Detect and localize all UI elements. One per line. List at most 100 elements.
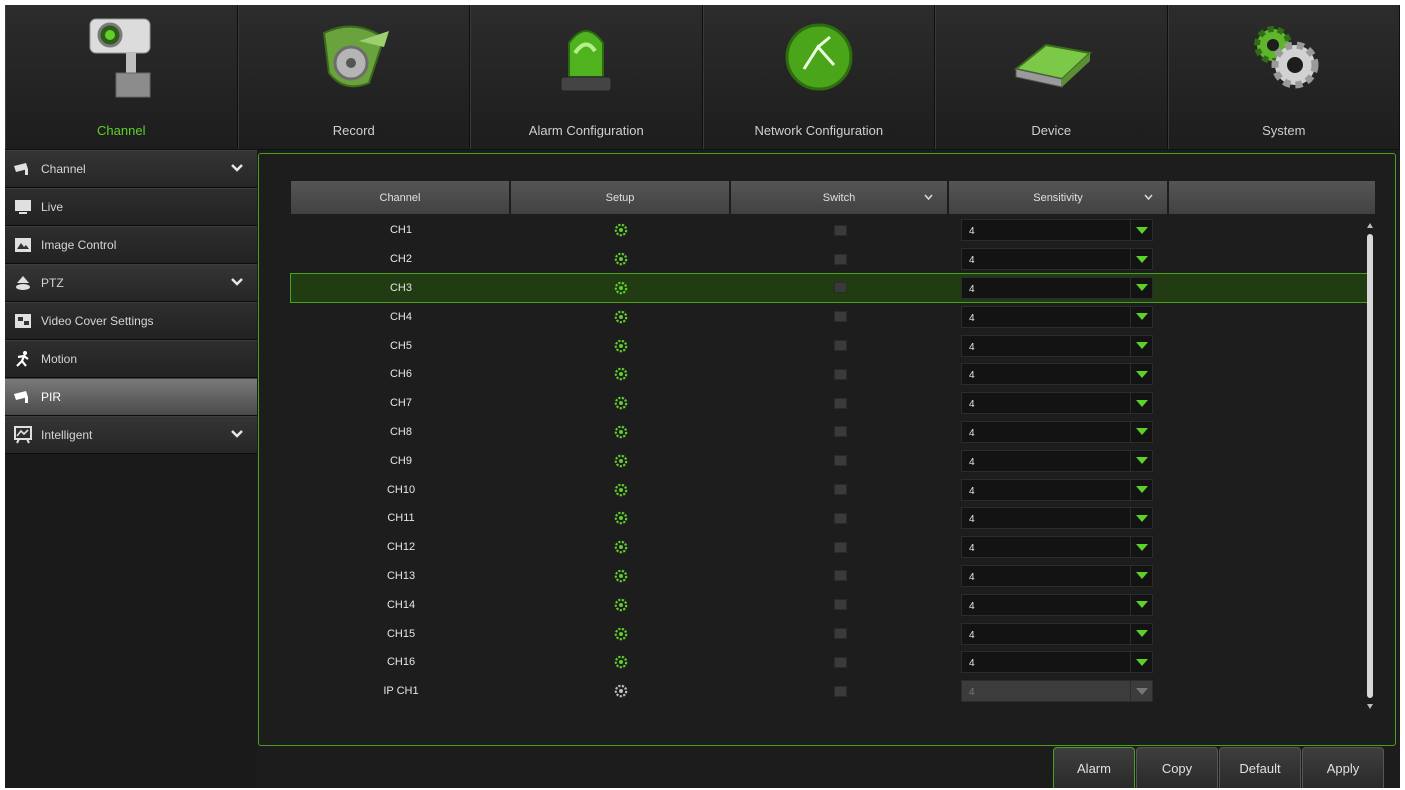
switch-checkbox[interactable] bbox=[833, 311, 847, 323]
gear-icon[interactable] bbox=[614, 281, 628, 295]
sidebar-item-video-cover-settings[interactable]: Video Cover Settings bbox=[5, 302, 257, 340]
table-row[interactable]: IP CH1 4 bbox=[291, 677, 1368, 706]
table-row[interactable]: CH9 4 bbox=[291, 446, 1368, 475]
table-row[interactable]: CH2 4 bbox=[291, 245, 1368, 274]
table-row[interactable]: CH11 4 bbox=[291, 504, 1368, 533]
sensitivity-value: 4 bbox=[969, 341, 975, 353]
switch-checkbox[interactable] bbox=[833, 397, 847, 409]
sensitivity-select[interactable]: 4 bbox=[961, 478, 1153, 501]
apply-button[interactable]: Apply bbox=[1302, 747, 1384, 788]
sensitivity-select[interactable]: 4 bbox=[961, 593, 1153, 616]
sensitivity-select[interactable]: 4 bbox=[961, 536, 1153, 559]
sensitivity-select[interactable]: 4 bbox=[961, 219, 1153, 242]
gear-icon[interactable] bbox=[614, 223, 628, 237]
sensitivity-select[interactable]: 4 bbox=[961, 680, 1153, 703]
sensitivity-select[interactable]: 4 bbox=[961, 305, 1153, 328]
tab-device[interactable]: Device bbox=[935, 5, 1168, 149]
gear-icon[interactable] bbox=[614, 425, 628, 439]
default-button[interactable]: Default bbox=[1219, 747, 1301, 788]
sensitivity-select[interactable]: 4 bbox=[961, 420, 1153, 443]
table-row[interactable]: CH3 4 bbox=[290, 272, 1369, 304]
sidebar-item-intelligent[interactable]: Intelligent bbox=[5, 416, 257, 454]
sensitivity-value: 4 bbox=[969, 658, 975, 670]
sidebar-item-channel[interactable]: Channel bbox=[5, 150, 257, 188]
channel-name: CH12 bbox=[386, 541, 416, 554]
switch-checkbox[interactable] bbox=[833, 541, 847, 553]
sensitivity-select[interactable]: 4 bbox=[961, 276, 1153, 299]
sensitivity-select[interactable]: 4 bbox=[961, 392, 1153, 415]
vertical-scrollbar[interactable] bbox=[1364, 222, 1376, 710]
gear-icon[interactable] bbox=[614, 396, 628, 410]
table-row[interactable]: CH14 4 bbox=[291, 590, 1368, 619]
sidebar-item-pir[interactable]: PIR bbox=[5, 378, 257, 416]
sensitivity-value: 4 bbox=[969, 456, 975, 468]
switch-checkbox[interactable] bbox=[833, 455, 847, 467]
sensitivity-select[interactable]: 4 bbox=[961, 334, 1153, 357]
table-row[interactable]: CH10 4 bbox=[291, 475, 1368, 504]
switch-checkbox[interactable] bbox=[833, 599, 847, 611]
switch-checkbox[interactable] bbox=[833, 685, 847, 697]
table-row[interactable]: CH5 4 bbox=[291, 331, 1368, 360]
sensitivity-select[interactable]: 4 bbox=[961, 248, 1153, 271]
gear-icon[interactable] bbox=[614, 511, 628, 525]
alarm-button[interactable]: Alarm bbox=[1053, 747, 1135, 788]
tab-alarm-configuration[interactable]: Alarm Configuration bbox=[470, 5, 703, 149]
table-row[interactable]: CH7 4 bbox=[291, 389, 1368, 418]
switch-checkbox[interactable] bbox=[833, 282, 847, 294]
sidebar-item-motion[interactable]: Motion bbox=[5, 340, 257, 378]
gear-icon[interactable] bbox=[614, 655, 628, 669]
channel-name: CH10 bbox=[386, 483, 416, 496]
switch-checkbox[interactable] bbox=[833, 253, 847, 265]
tab-system[interactable]: System bbox=[1167, 5, 1400, 149]
switch-checkbox[interactable] bbox=[833, 426, 847, 438]
switch-checkbox[interactable] bbox=[833, 484, 847, 496]
switch-checkbox[interactable] bbox=[833, 340, 847, 352]
sensitivity-select[interactable]: 4 bbox=[961, 363, 1153, 386]
channel-name: CH15 bbox=[386, 627, 416, 640]
table-row[interactable]: CH12 4 bbox=[291, 533, 1368, 562]
copy-button[interactable]: Copy bbox=[1136, 747, 1218, 788]
dvr-config-window: Channel Record Alarm Configuration Netwo… bbox=[5, 5, 1400, 788]
table-row[interactable]: CH1 4 bbox=[291, 216, 1368, 245]
sidebar-item-ptz[interactable]: PTZ bbox=[5, 264, 257, 302]
table-row[interactable]: CH16 4 bbox=[291, 648, 1368, 677]
gear-icon[interactable] bbox=[614, 367, 628, 381]
gear-icon[interactable] bbox=[614, 252, 628, 266]
sensitivity-select[interactable]: 4 bbox=[961, 507, 1153, 530]
gear-icon[interactable] bbox=[614, 627, 628, 641]
gear-icon[interactable] bbox=[614, 339, 628, 353]
switch-cell bbox=[731, 426, 949, 438]
column-header-sensitivity[interactable]: Sensitivity bbox=[949, 181, 1169, 214]
gear-icon[interactable] bbox=[614, 684, 628, 698]
gear-icon[interactable] bbox=[614, 598, 628, 612]
column-header-switch[interactable]: Switch bbox=[731, 181, 949, 214]
gear-icon[interactable] bbox=[614, 569, 628, 583]
setup-cell bbox=[511, 569, 731, 583]
switch-checkbox[interactable] bbox=[833, 656, 847, 668]
switch-checkbox[interactable] bbox=[833, 224, 847, 236]
sensitivity-select[interactable]: 4 bbox=[961, 622, 1153, 645]
table-row[interactable]: CH8 4 bbox=[291, 418, 1368, 447]
sensitivity-select[interactable]: 4 bbox=[961, 651, 1153, 674]
sensitivity-select[interactable]: 4 bbox=[961, 449, 1153, 472]
switch-checkbox[interactable] bbox=[833, 628, 847, 640]
table-row[interactable]: CH6 4 bbox=[291, 360, 1368, 389]
tab-network-configuration[interactable]: Network Configuration bbox=[702, 5, 935, 149]
switch-checkbox[interactable] bbox=[833, 512, 847, 524]
gear-icon[interactable] bbox=[614, 483, 628, 497]
sidebar-item-label: PIR bbox=[41, 390, 62, 404]
switch-checkbox[interactable] bbox=[833, 368, 847, 380]
sensitivity-select[interactable]: 4 bbox=[961, 564, 1153, 587]
tab-record[interactable]: Record bbox=[237, 5, 470, 149]
gear-icon[interactable] bbox=[614, 310, 628, 324]
tab-channel[interactable]: Channel bbox=[5, 5, 238, 149]
table-row[interactable]: CH13 4 bbox=[291, 562, 1368, 591]
sidebar-item-image-control[interactable]: Image Control bbox=[5, 226, 257, 264]
sensitivity-cell: 4 bbox=[949, 219, 1169, 242]
switch-checkbox[interactable] bbox=[833, 570, 847, 582]
table-row[interactable]: CH15 4 bbox=[291, 619, 1368, 648]
gear-icon[interactable] bbox=[614, 540, 628, 554]
table-row[interactable]: CH4 4 bbox=[291, 302, 1368, 331]
gear-icon[interactable] bbox=[614, 454, 628, 468]
sidebar-item-live[interactable]: Live bbox=[5, 188, 257, 226]
